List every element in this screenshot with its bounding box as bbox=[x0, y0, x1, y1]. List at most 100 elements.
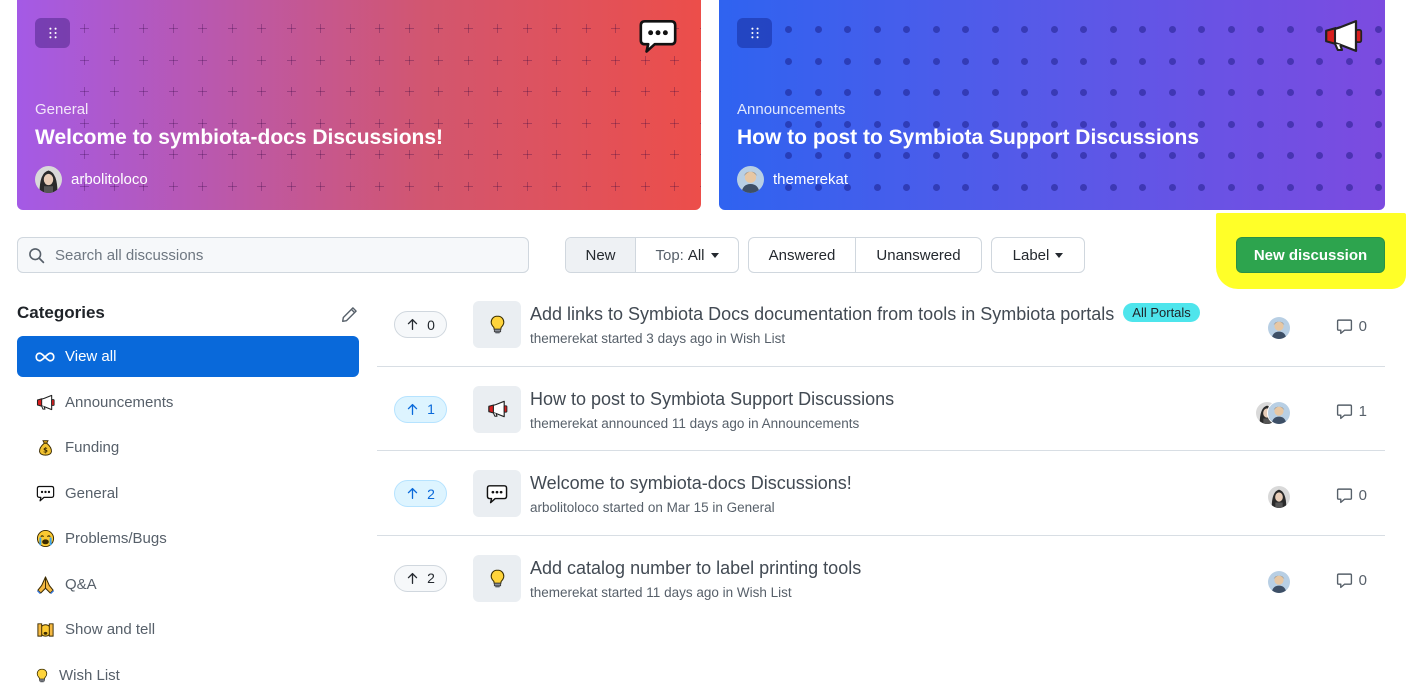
discussion-category-icon bbox=[473, 470, 521, 517]
label-filter-dropdown[interactable]: Label bbox=[991, 237, 1085, 273]
pattern-dot bbox=[962, 57, 969, 65]
pattern-dot bbox=[1227, 152, 1235, 159]
pattern-plus bbox=[581, 55, 591, 65]
pattern-dot bbox=[991, 57, 999, 65]
categories-heading: Categories bbox=[17, 303, 105, 322]
avatar bbox=[35, 166, 62, 193]
pattern-plus bbox=[198, 55, 207, 65]
pattern-plus bbox=[404, 55, 414, 65]
pattern-plus bbox=[109, 87, 119, 96]
pattern-dot bbox=[932, 183, 940, 191]
light-bulb-icon bbox=[487, 314, 508, 335]
upvote-button[interactable]: 2 bbox=[394, 480, 447, 507]
search-input[interactable] bbox=[55, 246, 495, 264]
discussion-label-badge[interactable]: All Portals bbox=[1123, 303, 1200, 322]
pattern-plus bbox=[286, 181, 296, 191]
pinned-title[interactable]: Welcome to symbiota-docs Discussions! bbox=[35, 126, 443, 150]
pattern-plus bbox=[139, 55, 148, 65]
pattern-dot bbox=[1168, 57, 1176, 65]
sidebar-item-show-and-tell[interactable]: Show and tell bbox=[17, 609, 359, 650]
new-discussion-button[interactable]: New discussion bbox=[1236, 237, 1385, 273]
pattern-plus bbox=[552, 150, 561, 159]
pencil-icon[interactable] bbox=[341, 306, 358, 323]
sidebar-item-view-all[interactable]: View all bbox=[17, 336, 359, 377]
pattern-dot bbox=[1109, 57, 1117, 65]
search-box[interactable] bbox=[17, 237, 529, 273]
sidebar-item-general[interactable]: General bbox=[17, 473, 359, 514]
pattern-dot bbox=[1198, 26, 1205, 33]
discussion-meta: themerekat started 3 days ago in Wish Li… bbox=[530, 331, 786, 346]
discussion-title[interactable]: How to post to Symbiota Support Discussi… bbox=[530, 389, 894, 410]
pattern-plus bbox=[434, 55, 443, 65]
avatar[interactable] bbox=[1267, 316, 1291, 340]
pattern-dot bbox=[1227, 89, 1235, 96]
pinned-discussion-card-announcements[interactable]: Announcements How to post to Symbiota Su… bbox=[719, 0, 1385, 210]
pattern-plus bbox=[257, 87, 266, 96]
pattern-dot bbox=[1286, 89, 1294, 96]
comment-count: 0 bbox=[1336, 318, 1367, 335]
pattern-dot bbox=[991, 26, 999, 33]
pattern-plus bbox=[640, 150, 650, 159]
discussion-title[interactable]: Welcome to symbiota-docs Discussions! bbox=[530, 473, 852, 494]
pattern-plus bbox=[552, 87, 561, 96]
discussion-row[interactable]: 2 Add catalog number to label printing t… bbox=[377, 536, 1385, 621]
pattern-plus bbox=[552, 118, 561, 128]
vote-count: 1 bbox=[427, 401, 435, 417]
pattern-plus bbox=[168, 24, 178, 33]
pattern-dot bbox=[1050, 89, 1058, 96]
pattern-dot bbox=[1316, 152, 1323, 159]
upvote-button[interactable]: 1 bbox=[394, 395, 447, 423]
pattern-dot bbox=[1050, 152, 1058, 159]
sort-new-button[interactable]: New bbox=[566, 238, 636, 272]
answered-filter-button[interactable]: Answered bbox=[749, 238, 856, 272]
pattern-dot bbox=[1168, 183, 1176, 191]
answer-filter-control: Answered Unanswered bbox=[748, 237, 982, 273]
pattern-dot bbox=[932, 57, 940, 65]
avatar[interactable] bbox=[1267, 400, 1291, 425]
pinned-discussion-card-general[interactable]: General Welcome to symbiota-docs Discuss… bbox=[17, 0, 701, 210]
pattern-dot bbox=[1139, 57, 1146, 65]
drag-handle-icon[interactable] bbox=[35, 18, 70, 48]
pattern-dot bbox=[844, 26, 851, 33]
sidebar-item-wish-list[interactable]: Wish List bbox=[17, 655, 359, 696]
comment-count-value: 0 bbox=[1358, 318, 1367, 335]
avatar[interactable] bbox=[1267, 569, 1291, 594]
unanswered-filter-button[interactable]: Unanswered bbox=[856, 238, 981, 272]
sidebar-item-label: Problems/Bugs bbox=[65, 530, 167, 547]
pattern-dot bbox=[814, 89, 822, 96]
pattern-plus bbox=[640, 87, 650, 96]
discussion-title[interactable]: Add links to Symbiota Docs documentation… bbox=[530, 303, 1200, 325]
chevron-down-icon bbox=[710, 252, 719, 258]
pattern-plus bbox=[257, 181, 266, 191]
sort-top-dropdown[interactable]: Top: All bbox=[636, 238, 738, 272]
pattern-dot bbox=[1257, 120, 1264, 128]
sidebar-item-problems-bugs[interactable]: Problems/Bugs bbox=[17, 518, 359, 559]
sidebar-item-funding[interactable]: $ Funding bbox=[17, 427, 359, 468]
pattern-dot bbox=[903, 152, 910, 159]
label-filter-button[interactable]: Label bbox=[992, 238, 1084, 272]
pattern-dot bbox=[1316, 183, 1323, 191]
pinned-author[interactable]: arbolitoloco bbox=[35, 166, 148, 193]
pattern-plus bbox=[522, 87, 532, 96]
pattern-dot bbox=[903, 89, 910, 96]
sidebar-item-qa[interactable]: Q&A bbox=[17, 564, 359, 605]
pinned-title[interactable]: How to post to Symbiota Support Discussi… bbox=[737, 126, 1199, 150]
comment-icon bbox=[1336, 403, 1353, 420]
upvote-button[interactable]: 2 bbox=[394, 564, 447, 592]
upvote-button[interactable]: 0 bbox=[394, 311, 447, 338]
sidebar-item-announcements[interactable]: Announcements bbox=[17, 382, 359, 423]
pinned-author[interactable]: themerekat bbox=[737, 166, 848, 193]
pattern-plus bbox=[493, 150, 502, 159]
avatar[interactable] bbox=[1267, 485, 1291, 509]
pattern-dot bbox=[814, 152, 822, 159]
comment-count: 0 bbox=[1336, 487, 1367, 504]
discussion-row[interactable]: 0 Add links to Symbiota Docs documentati… bbox=[377, 282, 1385, 367]
pattern-dot bbox=[1198, 183, 1205, 191]
pattern-plus bbox=[699, 56, 701, 65]
drag-handle-icon[interactable] bbox=[737, 18, 772, 48]
discussion-category-icon bbox=[473, 301, 521, 348]
discussion-row[interactable]: 1 How to post to Symbiota Support Discus… bbox=[377, 367, 1385, 451]
discussion-title[interactable]: Add catalog number to label printing too… bbox=[530, 558, 861, 579]
pattern-plus bbox=[286, 24, 296, 33]
discussion-row[interactable]: 2 Welcome to symbiota-docs Discussions! … bbox=[377, 451, 1385, 536]
